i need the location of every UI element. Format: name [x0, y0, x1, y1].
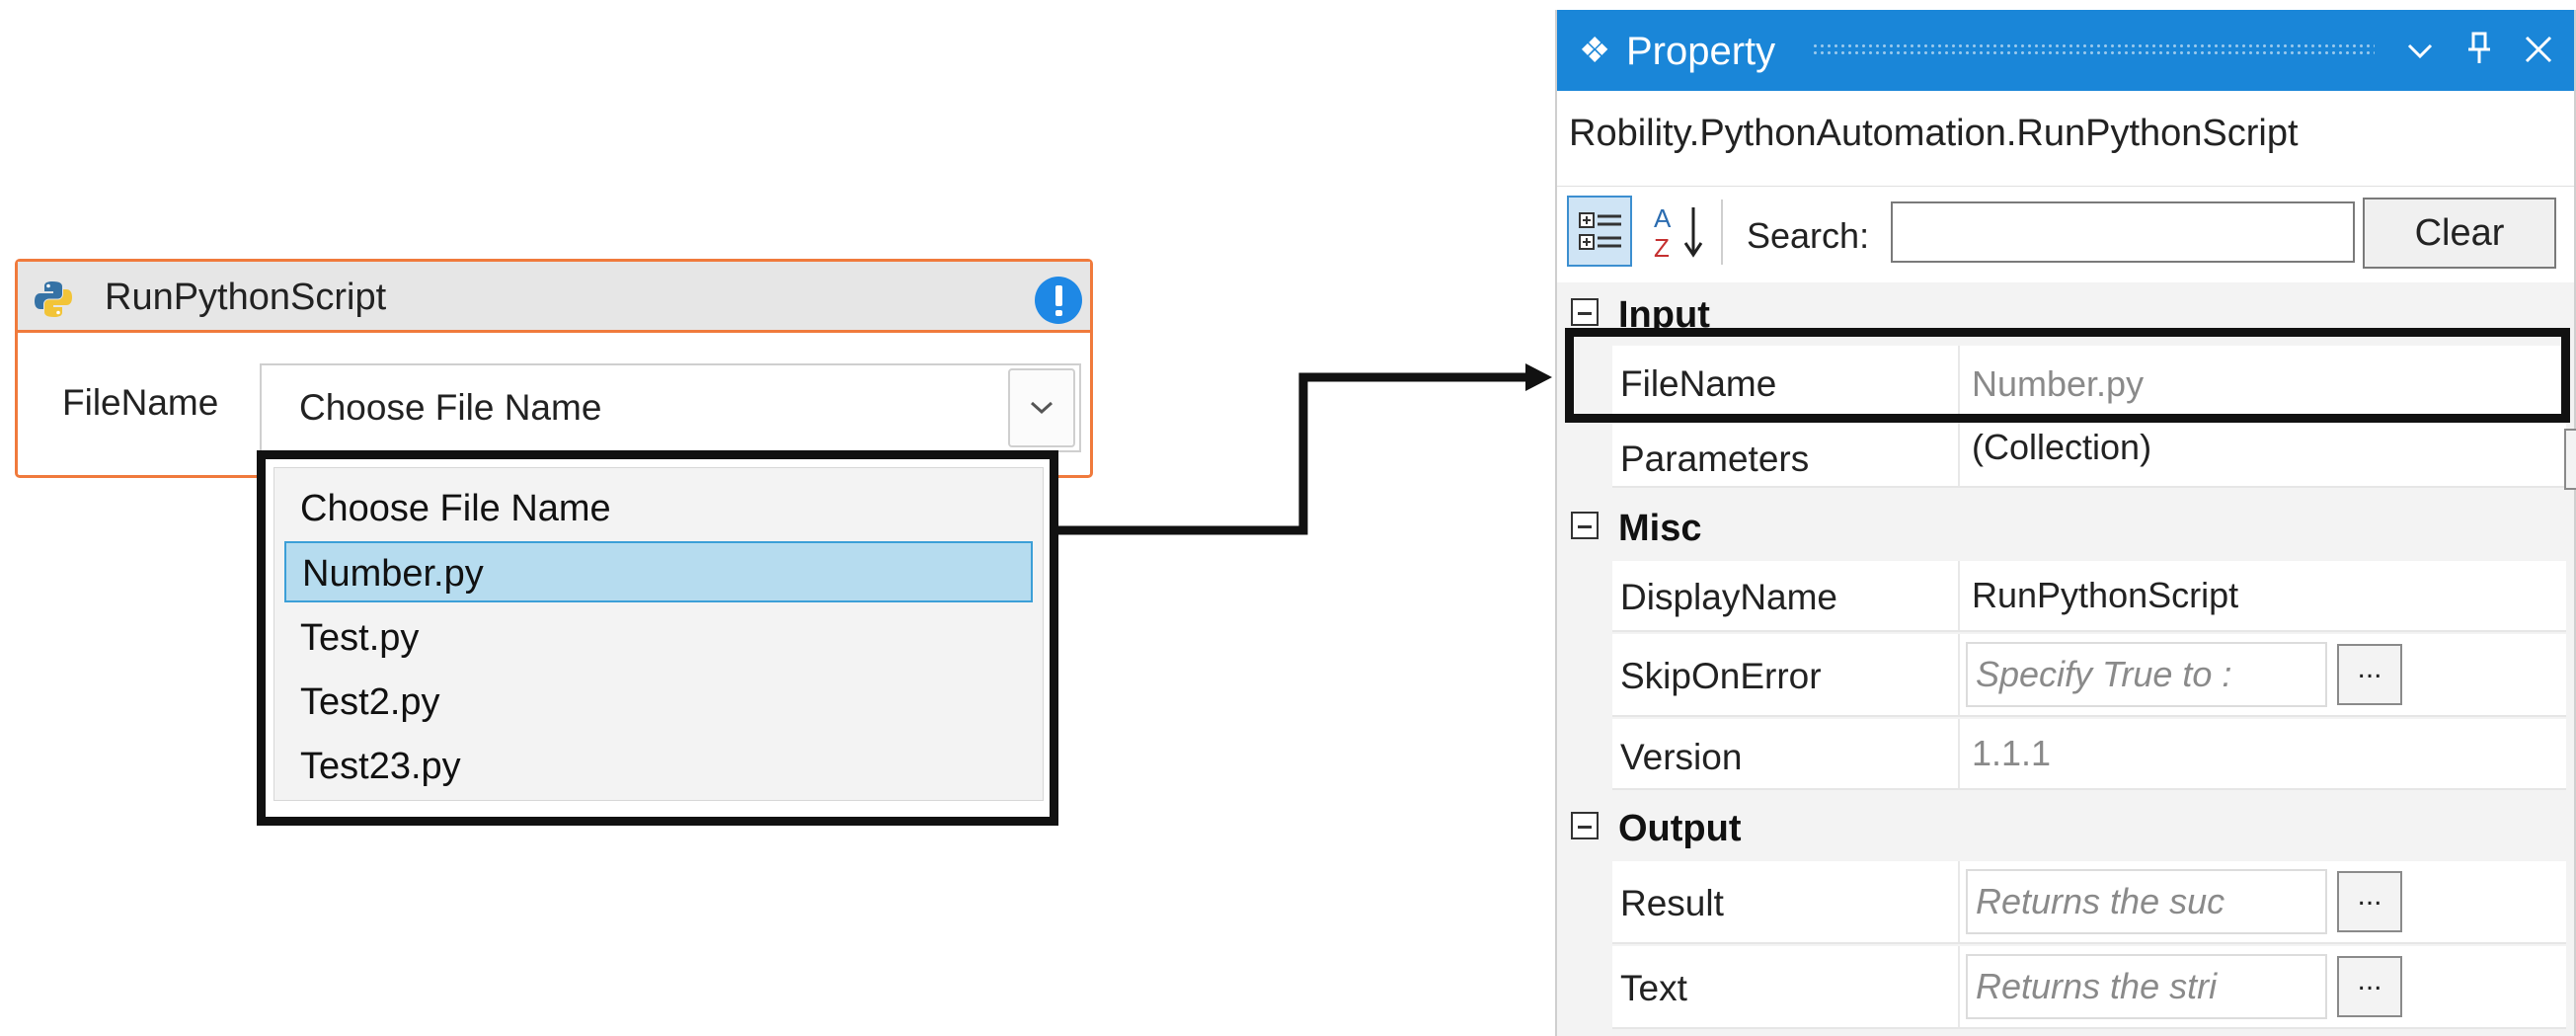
ellipsis-button[interactable]: ...: [2337, 871, 2402, 932]
selected-type-name: Robility.PythonAutomation.RunPythonScrip…: [1569, 113, 2299, 154]
divider: [1958, 561, 1960, 630]
property-row-skiponerror[interactable]: SkipOnError Specify True to : ...: [1612, 634, 2566, 717]
pin-icon[interactable]: [2458, 28, 2501, 71]
text-input[interactable]: Returns the stri: [1966, 954, 2327, 1019]
property-value[interactable]: RunPythonScript: [1972, 575, 2238, 616]
result-input[interactable]: Returns the suc: [1966, 869, 2327, 934]
toolbar-separator: [1721, 199, 1723, 265]
collapse-icon[interactable]: [1571, 812, 1599, 839]
categorized-view-button[interactable]: [1567, 196, 1632, 267]
property-row-version[interactable]: Version 1.1.1: [1612, 719, 2566, 790]
property-value: (Collection): [1972, 427, 2152, 467]
category-misc[interactable]: Misc: [1557, 498, 2574, 559]
property-row-displayname[interactable]: DisplayName RunPythonScript: [1612, 561, 2566, 632]
property-name: Result: [1620, 883, 1724, 923]
panel-title: Property: [1626, 30, 1776, 73]
collapse-icon[interactable]: [1571, 298, 1599, 326]
clear-button[interactable]: Clear: [2363, 198, 2556, 269]
property-row-result[interactable]: Result Returns the suc ...: [1612, 861, 2566, 944]
titlebar-grip: [1812, 42, 2375, 56]
category-output[interactable]: Output: [1557, 798, 2574, 859]
property-row-parameters[interactable]: Parameters (Collection) ...: [1612, 423, 2576, 490]
sort-az-icon: A Z: [1654, 203, 1703, 263]
category-label: Output: [1618, 808, 1742, 849]
property-value: 1.1.1: [1972, 733, 2052, 773]
panel-titlebar: ❖ Property: [1557, 10, 2574, 91]
property-name: DisplayName: [1620, 577, 1838, 617]
divider: [1958, 719, 1960, 788]
collapse-icon[interactable]: [1571, 512, 1599, 539]
ellipsis-button[interactable]: ...: [2337, 956, 2402, 1017]
svg-text:Z: Z: [1654, 233, 1670, 263]
search-input[interactable]: [1891, 201, 2355, 263]
property-glyph-icon: ❖: [1579, 30, 1611, 70]
property-name: Version: [1620, 737, 1743, 777]
close-icon[interactable]: [2517, 28, 2560, 71]
property-row-text[interactable]: Text Returns the stri ...: [1612, 946, 2566, 1029]
divider: [1557, 186, 2574, 187]
skiponerror-input[interactable]: Specify True to :: [1966, 642, 2327, 707]
chevron-down-icon[interactable]: [2398, 28, 2442, 71]
property-name: Text: [1620, 968, 1687, 1008]
category-label: Misc: [1618, 508, 1702, 549]
ellipsis-button[interactable]: ...: [2564, 429, 2576, 490]
property-panel: ❖ Property Robility.PythonAutomation.Run…: [1555, 10, 2576, 1036]
search-label: Search:: [1747, 215, 1870, 256]
divider: [1958, 634, 1960, 715]
categorized-icon: [1579, 212, 1621, 250]
svg-text:A: A: [1654, 203, 1672, 233]
divider: [1958, 423, 1960, 486]
property-name: Parameters: [1620, 438, 1810, 479]
divider: [1958, 946, 1960, 1027]
divider: [1958, 861, 1960, 942]
filename-highlight-frame: [1565, 328, 2570, 423]
property-name: SkipOnError: [1620, 656, 1822, 696]
ellipsis-button[interactable]: ...: [2337, 644, 2402, 705]
alphabetical-sort-button[interactable]: A Z: [1650, 198, 1709, 267]
